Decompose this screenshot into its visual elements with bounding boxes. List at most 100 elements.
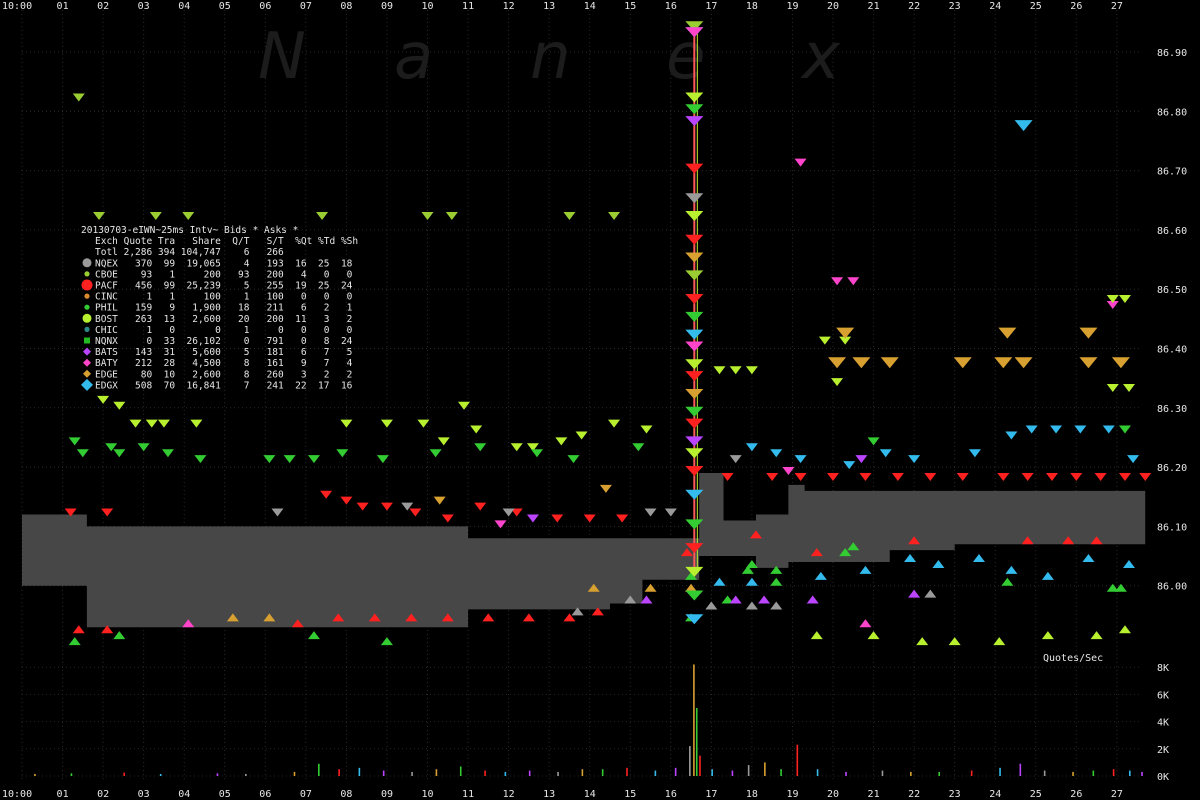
quote-marker-ask bbox=[632, 443, 645, 452]
x-tick-label-top: 09 bbox=[381, 1, 393, 12]
volume-bar bbox=[845, 771, 847, 776]
spike-quote-marker bbox=[685, 193, 704, 204]
grid bbox=[21, 10, 1140, 782]
legend-row-bost: BOST 263 13 2,600 20 200 11 3 2 bbox=[95, 314, 352, 325]
quote-marker-ask bbox=[794, 455, 807, 464]
spike-quote-marker bbox=[685, 104, 704, 115]
quote-marker-bid bbox=[859, 619, 872, 628]
legend-marker-nqex bbox=[82, 258, 92, 268]
x-tick-label-top: 24 bbox=[989, 1, 1001, 12]
quote-marker-bid bbox=[948, 637, 961, 646]
quote-marker-ask bbox=[271, 508, 284, 517]
legend-row-cboe: CBOE 93 1 200 93 200 4 0 0 bbox=[95, 269, 353, 280]
quote-marker-bid bbox=[745, 601, 758, 610]
volume-bar bbox=[34, 773, 36, 776]
volume-bar bbox=[747, 765, 750, 776]
spike-quote-marker bbox=[685, 270, 704, 281]
quote-marker-bid bbox=[685, 583, 698, 592]
x-tick-label-bottom: 17 bbox=[705, 789, 717, 800]
volume-bar bbox=[293, 771, 296, 776]
quote-marker-ask bbox=[149, 212, 162, 221]
quote-marker-bid bbox=[745, 577, 758, 586]
quote-chart: Nanex 10:00 01 02 03 04 05 06 07 08 09 10 11 12 13 14 1… bbox=[2, 1, 1187, 800]
quote-marker-ask bbox=[836, 327, 855, 339]
quote-marker-ask bbox=[1139, 472, 1152, 481]
spike-quote-marker bbox=[685, 329, 704, 340]
spike-quote-marker bbox=[685, 406, 704, 417]
y-tick-label: 86.30 bbox=[1157, 404, 1187, 415]
x-tick-label-bottom: 16 bbox=[665, 789, 677, 800]
x-tick-label-top: 25 bbox=[1030, 1, 1042, 12]
volume-tick-label: 4K bbox=[1157, 718, 1169, 729]
quote-marker-ask bbox=[1123, 384, 1136, 393]
y-tick-label: 86.10 bbox=[1157, 522, 1187, 533]
nbbo-spread-band bbox=[22, 473, 1146, 628]
x-tick-label-top: 04 bbox=[178, 1, 190, 12]
quote-marker-ask bbox=[437, 437, 450, 446]
quote-marker-ask bbox=[831, 277, 844, 286]
legend-row-bats: BATS 143 31 5,600 5 181 6 7 5 bbox=[95, 347, 352, 358]
x-tick-label-top: 02 bbox=[97, 1, 109, 12]
x-tick-label-bottom: 12 bbox=[503, 789, 515, 800]
quote-marker-bid bbox=[1123, 559, 1136, 568]
volume-bar bbox=[764, 762, 766, 776]
x-tick-label-top: 14 bbox=[584, 1, 596, 12]
quote-marker-ask bbox=[76, 449, 89, 458]
spike-quote-marker bbox=[685, 436, 704, 447]
quote-marker-ask bbox=[307, 455, 320, 464]
quote-marker-ask bbox=[551, 514, 564, 523]
quote-marker-ask bbox=[745, 443, 758, 452]
spike-quote-marker bbox=[685, 371, 704, 382]
x-tick-label-bottom: 14 bbox=[584, 789, 596, 800]
quote-marker-ask bbox=[794, 158, 807, 167]
quote-marker-ask bbox=[859, 472, 872, 481]
quote-marker-ask bbox=[1014, 120, 1033, 132]
watermark-letter: n bbox=[530, 20, 571, 94]
volume-bar bbox=[1112, 769, 1115, 776]
x-tick-label-bottom: 27 bbox=[1111, 789, 1123, 800]
quote-marker-ask bbox=[994, 357, 1013, 369]
volume-bar bbox=[338, 769, 340, 776]
volume-bar bbox=[601, 769, 604, 776]
x-tick-label-top: 26 bbox=[1070, 1, 1082, 12]
quote-marker-ask bbox=[157, 419, 170, 428]
volume-bar bbox=[731, 770, 734, 776]
x-tick-label-top: 22 bbox=[908, 1, 920, 12]
x-tick-label-top: 18 bbox=[746, 1, 758, 12]
x-tick-label-top: 17 bbox=[705, 1, 717, 12]
quote-marker-ask bbox=[194, 455, 207, 464]
quote-marker-ask bbox=[575, 431, 588, 440]
quote-marker-bid bbox=[972, 554, 985, 563]
volume-bar bbox=[689, 746, 691, 776]
quote-marker-ask bbox=[1014, 357, 1033, 369]
volume-bar bbox=[1092, 770, 1095, 776]
quote-marker-ask bbox=[555, 437, 568, 446]
quote-marker-ask bbox=[530, 449, 543, 458]
chart-canvas: Nanex 10:00 01 02 03 04 05 06 07 08 09 10 11 12 13 14 1… bbox=[0, 0, 1200, 800]
quote-marker-ask bbox=[956, 472, 969, 481]
legend-row-cinc: CINC 1 1 100 1 100 0 0 0 bbox=[95, 292, 353, 303]
volume-bar bbox=[581, 769, 584, 776]
quote-marker-ask bbox=[1094, 472, 1107, 481]
nbbo-band bbox=[22, 473, 1146, 628]
quote-marker-ask bbox=[997, 472, 1010, 481]
legend-row-baty: BATY 212 28 4,500 8 161 9 7 4 bbox=[95, 358, 353, 369]
quote-marker-ask bbox=[847, 277, 860, 286]
legend-marker-edgx bbox=[81, 378, 93, 391]
volume-bar bbox=[938, 771, 941, 776]
volume-bar bbox=[435, 769, 438, 776]
x-tick-label-top: 01 bbox=[57, 1, 69, 12]
spike-quote-marker bbox=[685, 294, 704, 305]
volume-bar bbox=[70, 773, 73, 776]
legend-row-edge: EDGE 80 10 2,600 8 260 3 2 2 bbox=[95, 369, 352, 380]
quote-marker-ask bbox=[72, 93, 85, 102]
x-tick-label-top: 10 bbox=[422, 1, 434, 12]
quote-marker-bid bbox=[705, 601, 718, 610]
quote-marker-bid bbox=[113, 631, 126, 640]
quote-marker-bid bbox=[713, 577, 726, 586]
legend-row-nqex: NQEX 370 99 19,065 4 193 16 25 18 bbox=[95, 258, 353, 269]
volume-bar bbox=[459, 766, 462, 776]
spike-quote-marker bbox=[685, 418, 704, 429]
quote-marker-ask bbox=[867, 437, 880, 446]
x-tick-label-bottom: 04 bbox=[178, 789, 190, 800]
